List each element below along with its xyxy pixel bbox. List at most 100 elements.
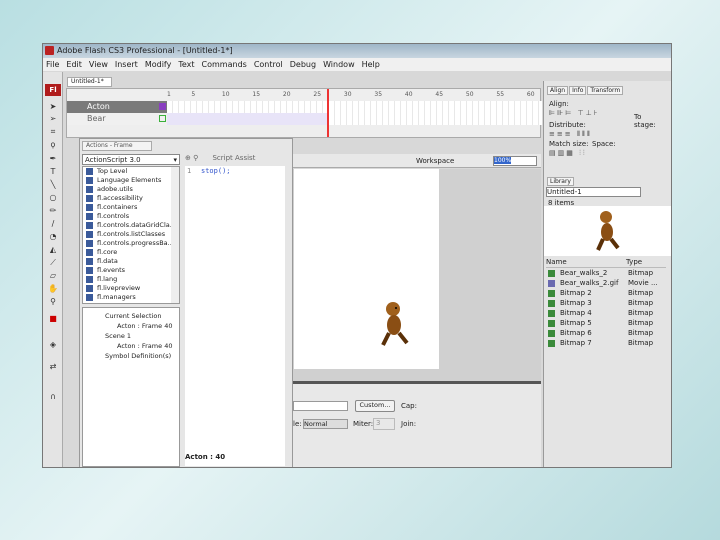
library-document-select[interactable]: Untitled-1 [546,187,641,197]
toolbox-item[interactable]: fl.livepreview [83,284,179,293]
menu-insert[interactable]: Insert [115,60,138,69]
zoom-tool-icon[interactable]: ⚲ [48,297,58,306]
menu-modify[interactable]: Modify [145,60,172,69]
library-item[interactable]: Bitmap 2 Bitmap [548,289,666,299]
col-type[interactable]: Type [626,258,642,266]
line-tool-icon[interactable]: ╲ [48,180,58,189]
nav-item[interactable]: Acton : Frame 40 [117,342,172,350]
item-name: Bitmap 4 [560,309,592,317]
pencil-icon[interactable]: ✏ [48,206,58,215]
pen-icon[interactable]: ✒ [48,154,58,163]
toolbox-item[interactable]: adobe.utils [83,185,179,194]
nav-item[interactable]: Acton : Frame 40 [117,322,172,330]
toolbox-item[interactable]: fl.controls [83,212,179,221]
snap-icon[interactable]: ∩ [48,392,58,401]
subselection-tool-icon[interactable]: ➢ [48,114,58,123]
scale-select[interactable]: Normal [303,419,348,429]
stage[interactable] [294,169,439,369]
library-item[interactable]: Bear_walks_2 Bitmap [548,269,666,279]
swap-colors-icon[interactable]: ⇄ [48,362,58,371]
library-item[interactable]: Bear_walks_2.gif Movie ... [548,279,666,289]
free-transform-icon[interactable]: ⌗ [48,127,58,136]
library-item[interactable]: Bitmap 5 Bitmap [548,319,666,329]
library-header[interactable]: Name Type [546,258,666,268]
menu-text[interactable]: Text [178,60,194,69]
frame-ruler[interactable]: 1510152025303540455055606570758085 [167,89,657,101]
item-name: Bitmap 7 [560,339,592,347]
text-tool-icon[interactable]: T [48,167,58,176]
toolbox-item[interactable]: fl.controls.dataGridCla... [83,221,179,230]
tab-info[interactable]: Info [569,86,587,95]
col-name[interactable]: Name [546,258,567,266]
toolbox-item[interactable]: fl.managers [83,293,179,302]
nav-current-selection[interactable]: Current Selection [105,312,161,320]
toolbox-item[interactable]: Top Level [83,167,179,176]
menu-help[interactable]: Help [362,60,380,69]
menu-file[interactable]: File [46,60,59,69]
toolbox-item[interactable]: Language Elements [83,176,179,185]
toolbox-item[interactable]: fl.lang [83,275,179,284]
bear-preview [596,211,620,251]
script-tab[interactable]: Acton : 40 [185,453,285,465]
custom-button[interactable]: Custom... [355,400,395,412]
tab-transform[interactable]: Transform [587,86,624,95]
menu-window[interactable]: Window [323,60,355,69]
acton-frames[interactable] [167,101,542,113]
toolbox-item[interactable]: fl.controls.progressBa... [83,239,179,248]
tab-library[interactable]: Library [547,177,574,186]
workspace-menu[interactable]: Workspace [416,157,454,165]
playhead[interactable] [327,89,329,137]
add-statement-icon[interactable]: ⊕ [185,154,191,162]
script-editor[interactable]: 1 stop(); [185,166,285,466]
brush-icon[interactable]: ∕ [48,219,58,228]
toolbox-item[interactable]: fl.containers [83,203,179,212]
scrollbar[interactable] [171,167,179,303]
actionscript-version-select[interactable]: ActionScript 3.0 ▾ [82,154,180,165]
cap-label: Cap: [401,402,417,410]
selection-tool-icon[interactable]: ➤ [48,102,58,111]
fill-color-icon[interactable]: ◈ [48,340,58,349]
library-item[interactable]: Bitmap 7 Bitmap [548,339,666,349]
menu-view[interactable]: View [89,60,108,69]
actions-tab[interactable]: Actions - Frame [82,141,152,151]
distribute-buttons-icon[interactable]: ≡≡≡ ⫴⫴⫴ [549,130,592,139]
match-size-buttons-icon[interactable]: ▤▥▦ ⫶⫶ [549,149,587,158]
nav-scene[interactable]: Scene 1 [105,332,131,340]
layer-acton[interactable]: Acton [67,101,167,113]
script-assist-button[interactable]: Script Assist [212,154,255,162]
nav-symbols[interactable]: Symbol Definition(s) [105,352,171,360]
menu-debug[interactable]: Debug [290,60,316,69]
frame-number: 20 [282,91,291,98]
oval-tool-icon[interactable]: ○ [48,193,58,202]
find-icon[interactable]: ⚲ [193,154,198,162]
menu-edit[interactable]: Edit [66,60,82,69]
lasso-icon[interactable]: ϙ [48,140,58,149]
toolbox-item[interactable]: fl.controls.listClasses [83,230,179,239]
stroke-color-icon[interactable]: ■ [48,314,58,323]
toolbox-item[interactable]: fl.data [83,257,179,266]
toolbox-item[interactable]: fl.core [83,248,179,257]
ink-bottle-icon[interactable]: ◔ [48,232,58,241]
item-name: Bitmap 2 [560,289,592,297]
toolbox-item[interactable]: fl.accessibility [83,194,179,203]
library-item[interactable]: Bitmap 4 Bitmap [548,309,666,319]
stroke-style-select[interactable] [293,401,348,411]
align-buttons-icon[interactable]: ⊫⊪⊨ ⊤⊥⊦ [549,109,599,117]
bear-sprite[interactable] [379,299,411,349]
library-item[interactable]: Bitmap 3 Bitmap [548,299,666,309]
tools-panel: Fl ➤ ➢ ⌗ ϙ ✒ T ╲ ○ ✏ ∕ ◔ ◭ ⟋ ▱ ✋ ⚲ ■ ◈ ⇄… [43,72,63,467]
eyedropper-icon[interactable]: ⟋ [48,258,58,267]
menu-control[interactable]: Control [254,60,283,69]
library-item[interactable]: Bitmap 6 Bitmap [548,329,666,339]
bear-tween-frames[interactable] [167,113,542,125]
menu-commands[interactable]: Commands [202,60,247,69]
tab-align[interactable]: Align [547,86,569,95]
paint-bucket-icon[interactable]: ◭ [48,245,58,254]
miter-input[interactable]: 3 [373,418,395,430]
document-tab[interactable]: Untitled-1* [67,77,112,87]
eraser-icon[interactable]: ▱ [48,271,58,280]
toolbox-item[interactable]: fl.events [83,266,179,275]
layer-bear[interactable]: Bear [67,113,167,125]
zoom-select[interactable]: 100% [493,156,537,166]
hand-icon[interactable]: ✋ [48,284,58,293]
